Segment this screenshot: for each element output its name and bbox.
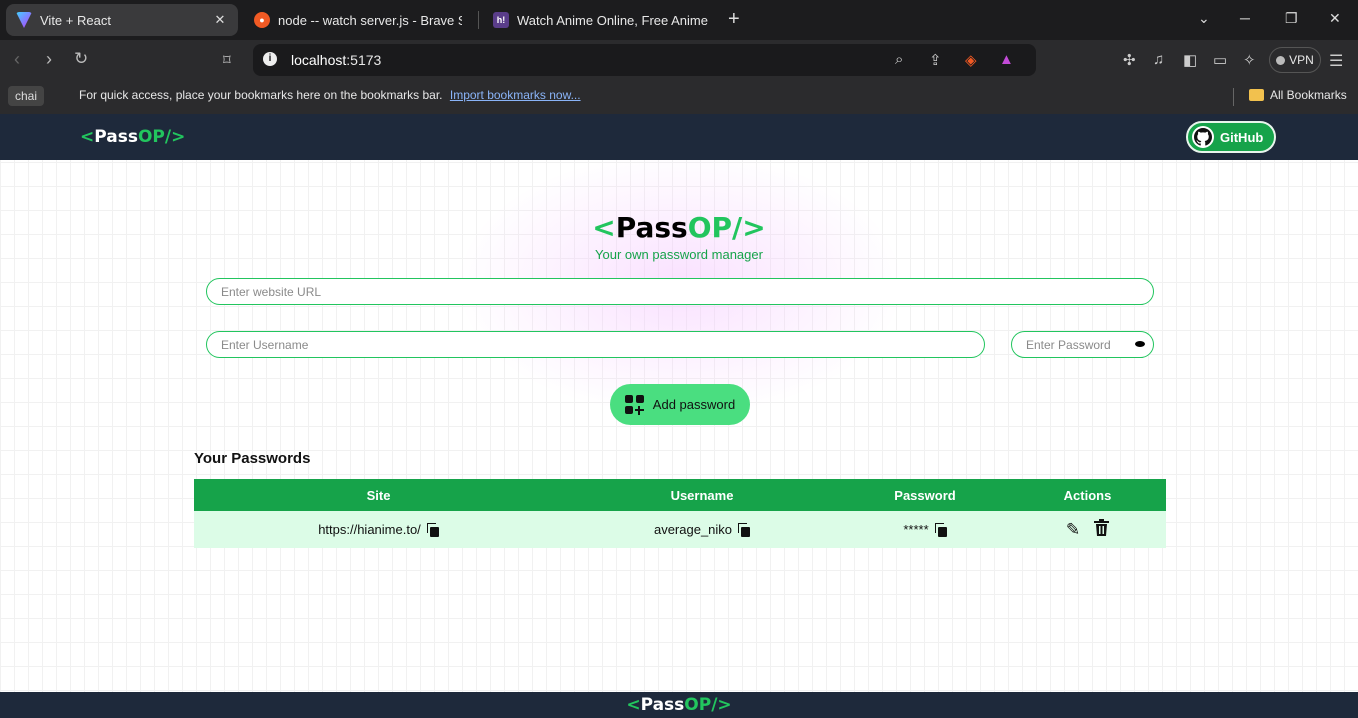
passwords-table: Site Username Password Actions https://h…	[194, 479, 1166, 548]
menu-icon[interactable]: ☰	[1329, 51, 1343, 71]
tab-brave-search[interactable]: ● node -- watch server.js - Brave Search	[246, 4, 470, 36]
show-password-eye-icon[interactable]	[1135, 341, 1145, 347]
bookmark-icon[interactable]: ⌑	[223, 51, 231, 69]
site-cell: https://hianime.to/	[194, 511, 563, 548]
new-tab-icon[interactable]: +	[728, 8, 740, 31]
site-info-icon[interactable]: i	[263, 52, 277, 66]
copy-icon[interactable]	[934, 522, 947, 537]
browser-tab-bar: Vite + React ✕ ● node -- watch server.js…	[0, 0, 1358, 40]
column-header-password: Password	[894, 487, 956, 503]
close-tab-icon[interactable]: ✕	[212, 12, 228, 28]
brave-rewards-icon[interactable]: ▲	[999, 51, 1014, 68]
media-icon[interactable]: ♫	[1153, 51, 1164, 68]
table-row: https://hianime.to/ average_niko ***** ✎	[194, 511, 1166, 548]
password-value: *****	[903, 522, 929, 537]
hianime-logo-icon: h!	[493, 12, 509, 28]
tab-hianime[interactable]: h! Watch Anime Online, Free Anime Stream…	[485, 4, 717, 36]
profile-chip[interactable]: chai	[8, 86, 45, 106]
copy-icon[interactable]	[738, 522, 751, 537]
tab-vite-react[interactable]: Vite + React ✕	[6, 4, 238, 36]
minimize-icon[interactable]: ─	[1240, 10, 1250, 26]
vpn-button[interactable]: VPN	[1269, 47, 1321, 73]
bookmarks-hint: For quick access, place your bookmarks h…	[79, 88, 581, 102]
copy-icon[interactable]	[426, 522, 439, 537]
app-page: <PassOP/> GitHub <PassOP/> Your own pass…	[0, 114, 1358, 718]
address-bar[interactable]: i localhost:5173 ⌕ ⇪ ◈ ▲	[253, 44, 1036, 76]
extensions-icon[interactable]: ✣	[1123, 51, 1136, 69]
restore-icon[interactable]: ❐	[1285, 10, 1298, 27]
edit-icon[interactable]: ✎	[1066, 520, 1080, 540]
passwords-heading: Your Passwords	[194, 450, 311, 467]
column-header-actions: Actions	[1063, 487, 1112, 503]
site-link[interactable]: https://hianime.to/	[318, 522, 421, 537]
tab-title: node -- watch server.js - Brave Search	[278, 12, 462, 28]
zoom-icon[interactable]: ⌕	[895, 51, 903, 68]
add-password-button[interactable]: Add password	[610, 384, 750, 425]
reload-icon[interactable]: ↻	[74, 49, 88, 69]
brave-shields-icon[interactable]: ◈	[965, 51, 977, 69]
leo-ai-icon[interactable]: ✧	[1243, 51, 1256, 69]
tab-title: Vite + React	[40, 12, 111, 28]
username-input[interactable]	[206, 331, 985, 358]
sidebar-icon[interactable]: ◧	[1183, 51, 1197, 69]
tab-divider	[478, 11, 479, 29]
actions-cell: ✎	[1009, 511, 1166, 548]
navbar-logo[interactable]: <PassOP/>	[80, 127, 185, 147]
close-window-icon[interactable]: ✕	[1329, 10, 1341, 27]
table-header: Site Username Password Actions	[194, 479, 1166, 511]
forward-icon[interactable]: ›	[46, 49, 52, 70]
password-cell: *****	[841, 511, 1009, 548]
wallet-icon[interactable]: ▭	[1213, 51, 1227, 69]
tab-title: Watch Anime Online, Free Anime Streaming	[517, 12, 709, 28]
bookmarks-bar: chai For quick access, place your bookma…	[0, 80, 1358, 114]
app-navbar: <PassOP/> GitHub	[0, 114, 1358, 160]
add-grid-icon	[624, 394, 645, 415]
all-bookmarks-button[interactable]: All Bookmarks	[1249, 88, 1347, 102]
hero-logo: <PassOP/>	[592, 211, 766, 244]
browser-toolbar: ‹ › ↻ ⌑ i localhost:5173 ⌕ ⇪ ◈ ▲ ✣ ♫ ◧ ▭…	[0, 40, 1358, 80]
username-value: average_niko	[653, 522, 733, 537]
share-icon[interactable]: ⇪	[929, 51, 942, 69]
brave-logo-icon: ●	[254, 12, 270, 28]
site-url-input[interactable]	[206, 278, 1154, 305]
tab-search-chevron-icon[interactable]: ⌄	[1198, 10, 1210, 27]
back-icon[interactable]: ‹	[14, 49, 20, 70]
bookmarks-divider	[1233, 88, 1234, 106]
password-input[interactable]	[1011, 331, 1154, 358]
column-header-username: Username	[670, 487, 734, 503]
vpn-status-icon	[1276, 55, 1286, 65]
github-button[interactable]: GitHub	[1186, 121, 1276, 153]
footer-logo: <PassOP/>	[626, 695, 732, 715]
username-cell: average_niko	[563, 511, 841, 548]
github-icon	[1192, 126, 1214, 148]
delete-icon[interactable]	[1094, 518, 1110, 541]
app-footer: <PassOP/>	[0, 692, 1358, 718]
folder-icon	[1249, 89, 1264, 101]
hero-subtitle: Your own password manager	[595, 247, 763, 262]
vite-logo-icon	[16, 12, 32, 28]
import-bookmarks-link[interactable]: Import bookmarks now...	[450, 88, 581, 102]
column-header-site: Site	[366, 487, 391, 503]
url-text: localhost:5173	[291, 52, 382, 68]
